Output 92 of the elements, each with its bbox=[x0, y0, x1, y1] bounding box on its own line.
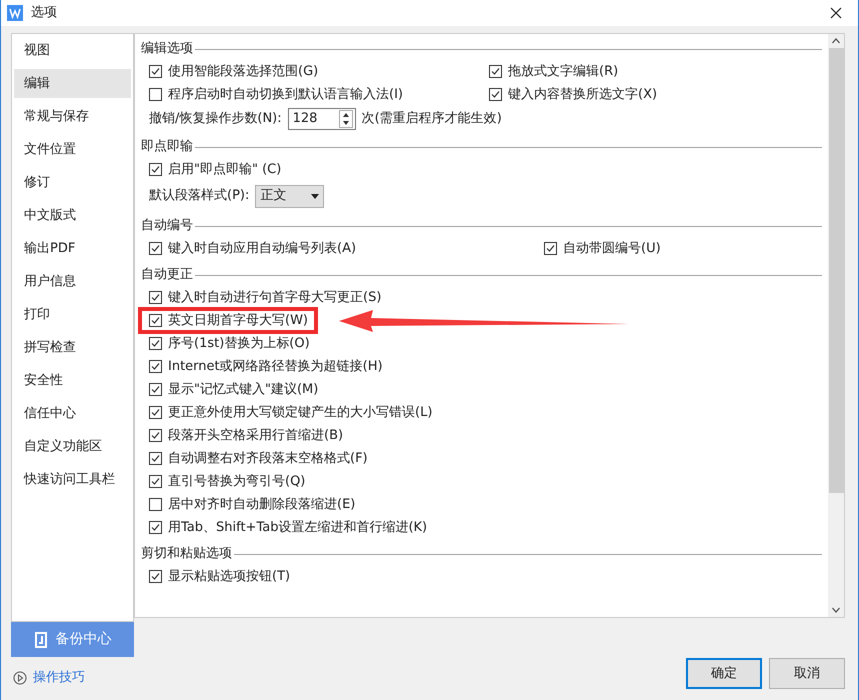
section-title: 编辑选项 bbox=[141, 40, 193, 58]
checkbox-label: 英文日期首字母大写(W) bbox=[168, 312, 308, 330]
checkbox[interactable] bbox=[149, 521, 162, 534]
dialog-button[interactable]: 取消 bbox=[769, 658, 845, 689]
check-icon bbox=[546, 244, 555, 253]
scrollbar[interactable] bbox=[828, 34, 844, 617]
check-icon bbox=[151, 408, 160, 417]
check-icon bbox=[151, 385, 160, 394]
check-icon bbox=[491, 67, 500, 76]
checkbox[interactable] bbox=[489, 88, 502, 101]
sidebar-item[interactable]: 输出PDF bbox=[14, 234, 131, 263]
checkbox[interactable] bbox=[149, 406, 162, 419]
check-icon bbox=[151, 523, 160, 532]
check-icon bbox=[151, 572, 160, 581]
checkbox-label: 显示粘贴选项按钮(T) bbox=[168, 568, 290, 586]
checkbox[interactable] bbox=[149, 337, 162, 350]
check-icon bbox=[151, 244, 160, 253]
checkbox-label: 自动调整右对齐段落末空格格式(F) bbox=[168, 450, 368, 468]
style-dropdown[interactable]: 正文 bbox=[255, 184, 324, 208]
sidebar-item[interactable]: 文件位置 bbox=[14, 135, 131, 164]
checkbox[interactable] bbox=[149, 314, 162, 327]
check-icon bbox=[491, 90, 500, 99]
checkbox[interactable] bbox=[149, 498, 162, 511]
checkbox-label: 居中对齐时自动删除段落缩进(E) bbox=[168, 496, 356, 514]
checkbox[interactable] bbox=[149, 475, 162, 488]
field-label: 默认段落样式(P): bbox=[149, 187, 250, 206]
section-title: 自动编号 bbox=[141, 217, 193, 236]
number-spinner[interactable]: 128 bbox=[288, 108, 356, 130]
sidebar-item[interactable]: 常规与保存 bbox=[14, 102, 131, 131]
app-logo-icon bbox=[7, 5, 23, 21]
checkbox[interactable] bbox=[149, 88, 162, 101]
checkbox-label: 键入内容替换所选文字(X) bbox=[508, 86, 658, 104]
field-label: 撤销/恢复操作步数(N): bbox=[149, 110, 282, 128]
checkbox-label: 直引号替换为弯引号(Q) bbox=[168, 472, 306, 491]
checkbox-label: 使用智能段落选择范围(G) bbox=[168, 62, 318, 81]
play-icon bbox=[13, 670, 27, 685]
caret-icon bbox=[311, 194, 320, 198]
checkbox-label: Internet或网络路径替换为超链接(H) bbox=[168, 358, 383, 376]
checkbox[interactable] bbox=[149, 163, 162, 176]
scrollbar-thumb[interactable] bbox=[828, 48, 844, 493]
checkbox[interactable] bbox=[149, 570, 162, 583]
checkbox-label: 启用"即点即输" (C) bbox=[168, 160, 282, 179]
section-title: 即点即输 bbox=[141, 138, 193, 156]
section-title: 剪切和粘贴选项 bbox=[141, 545, 232, 564]
checkbox-label: 键入时自动应用自动编号列表(A) bbox=[168, 240, 356, 258]
close-icon[interactable] bbox=[830, 7, 842, 19]
tips-link[interactable]: 操作技巧 bbox=[11, 668, 134, 688]
sidebar-item[interactable]: 视图 bbox=[14, 36, 131, 65]
sidebar-item[interactable]: 打印 bbox=[14, 300, 131, 329]
checkbox-label: 键入时自动进行句首字母大写更正(S) bbox=[168, 288, 382, 307]
check-icon bbox=[151, 454, 160, 463]
checkbox[interactable] bbox=[149, 65, 162, 78]
sidebar-item[interactable]: 自定义功能区 bbox=[14, 432, 131, 461]
sidebar-item[interactable]: 快速访问工具栏 bbox=[14, 465, 131, 494]
sidebar-item[interactable]: 安全性 bbox=[14, 366, 131, 395]
section-title: 自动更正 bbox=[141, 266, 193, 284]
checkbox[interactable] bbox=[544, 242, 557, 255]
scroll-down-icon[interactable] bbox=[832, 607, 840, 613]
checkbox[interactable] bbox=[149, 360, 162, 373]
checkbox-label: 程序启动时自动切换到默认语言输入法(I) bbox=[168, 86, 403, 104]
checkbox[interactable] bbox=[149, 429, 162, 442]
check-icon bbox=[151, 316, 160, 325]
checkbox[interactable] bbox=[149, 383, 162, 396]
window-title: 选项 bbox=[31, 4, 58, 22]
check-icon bbox=[151, 67, 160, 76]
check-icon bbox=[151, 362, 160, 371]
checkbox-label: 序号(1st)替换为上标(O) bbox=[168, 334, 310, 353]
check-icon bbox=[151, 339, 160, 348]
dialog-button[interactable]: 确定 bbox=[686, 658, 762, 689]
checkbox-label: 显示"记忆式键入"建议(M) bbox=[168, 380, 318, 399]
field-note: 次(需重启程序才能生效) bbox=[362, 110, 502, 128]
checkbox-label: 用Tab、Shift+Tab设置左缩进和首行缩进(K) bbox=[168, 518, 428, 537]
sidebar-item[interactable]: 修订 bbox=[14, 168, 131, 197]
check-icon bbox=[151, 293, 160, 302]
sidebar-item[interactable]: 信任中心 bbox=[14, 399, 131, 428]
checkbox[interactable] bbox=[149, 291, 162, 304]
checkbox-label: 段落开头空格采用行首缩进(B) bbox=[168, 426, 344, 445]
sidebar-item[interactable]: 编辑 bbox=[14, 69, 131, 98]
checkbox[interactable] bbox=[149, 242, 162, 255]
checkbox-label: 拖放式文字编辑(R) bbox=[508, 62, 618, 81]
sidebar-item[interactable]: 拼写检查 bbox=[14, 333, 131, 362]
check-icon bbox=[151, 165, 160, 174]
check-icon bbox=[151, 431, 160, 440]
checkbox-label: 更正意外使用大写锁定键产生的大小写错误(L) bbox=[168, 404, 432, 422]
document-icon bbox=[34, 632, 48, 648]
check-icon bbox=[151, 477, 160, 486]
sidebar-item[interactable]: 用户信息 bbox=[14, 267, 131, 296]
sidebar-item[interactable]: 中文版式 bbox=[14, 201, 131, 230]
checkbox[interactable] bbox=[149, 452, 162, 465]
checkbox[interactable] bbox=[489, 65, 502, 78]
checkbox-label: 自动带圆编号(U) bbox=[563, 240, 661, 258]
scroll-up-icon[interactable] bbox=[832, 38, 840, 44]
